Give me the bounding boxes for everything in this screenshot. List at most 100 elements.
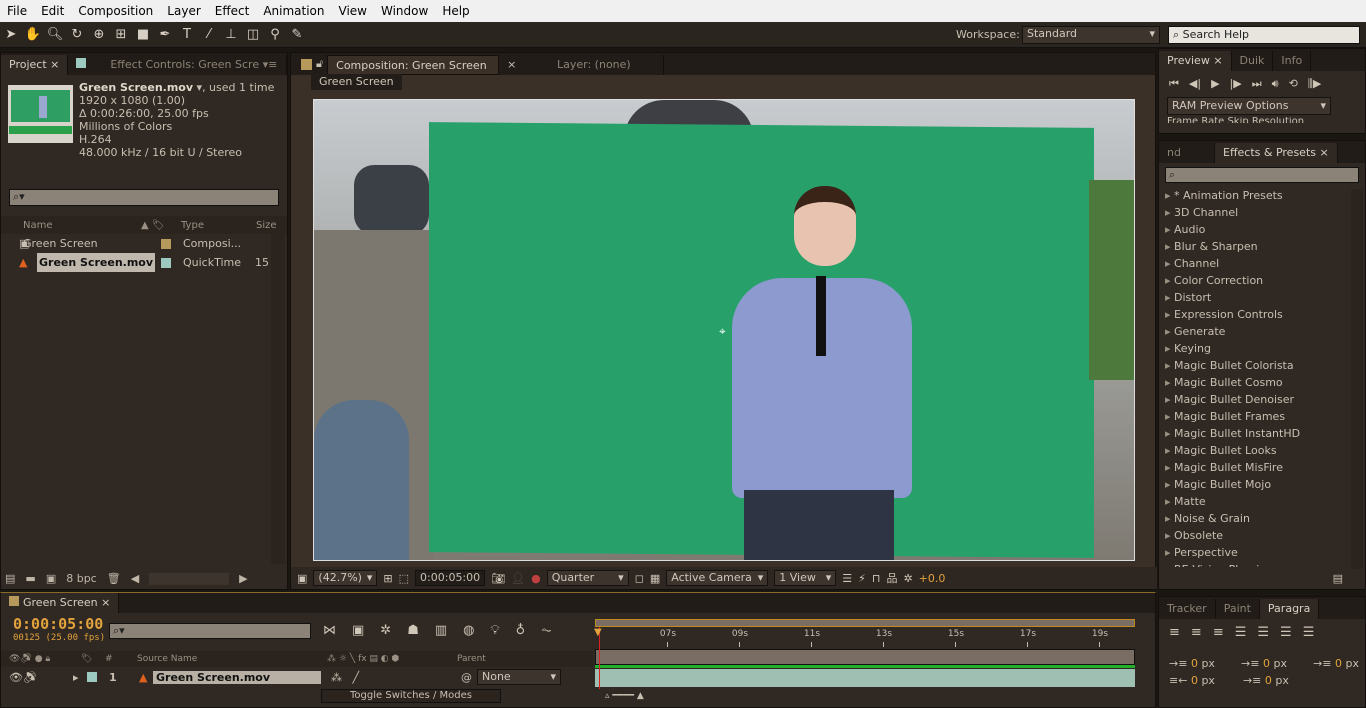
work-area-bar[interactable] — [595, 649, 1135, 665]
live-update-icon[interactable]: ▣ — [352, 623, 364, 638]
tab-tracker[interactable]: Tracker — [1159, 599, 1216, 619]
menu-help[interactable]: Help — [435, 4, 476, 18]
search-help-input[interactable]: ⌕ Search Help — [1168, 26, 1360, 44]
project-search-input[interactable]: ⌕▾ — [9, 189, 279, 206]
camera-view-select[interactable]: Active Camera — [666, 570, 769, 586]
new-composition-icon[interactable]: ▣ — [46, 572, 56, 585]
puppet-pin-tool-icon[interactable]: ✎ — [286, 25, 308, 45]
align-center-icon[interactable]: ≡ — [1191, 625, 1202, 640]
brainstorm-icon[interactable]: 💡︎ — [491, 623, 500, 638]
column-size[interactable]: Size — [256, 220, 277, 231]
interpret-footage-icon[interactable]: ▤ — [5, 572, 15, 585]
label-color[interactable] — [161, 238, 171, 249]
comp-breadcrumb[interactable]: Green Screen — [311, 74, 402, 90]
previous-frame-icon[interactable]: ◀| — [1189, 77, 1201, 91]
effects-category[interactable]: Magic Bullet Denoiser — [1159, 391, 1365, 408]
pixel-aspect-icon[interactable]: ☰ — [842, 572, 852, 585]
bpc-button[interactable]: 8 bpc — [66, 572, 97, 585]
effects-category[interactable]: Keying — [1159, 340, 1365, 357]
hide-shy-layers-icon[interactable]: ☗ — [407, 623, 419, 638]
effects-category[interactable]: Channel — [1159, 255, 1365, 272]
project-item[interactable]: ▣ Green Screen Composi... — [1, 234, 271, 253]
work-area-navigator[interactable] — [595, 619, 1135, 627]
align-right-icon[interactable]: ≡ — [1213, 625, 1224, 640]
region-of-interest-icon[interactable]: ◻ — [635, 572, 644, 585]
align-left-icon[interactable]: ≡ — [1169, 625, 1180, 640]
expand-arrow-icon[interactable]: ▸ — [73, 671, 87, 684]
tab-paragraph[interactable]: Paragra — [1259, 599, 1320, 619]
tab-effect-controls[interactable]: Effect Controls: Green Scre ▾≡ — [68, 55, 287, 75]
label-color[interactable] — [161, 257, 171, 268]
new-folder-icon[interactable]: ▬ — [25, 572, 35, 585]
frame-blending-icon[interactable]: ▥ — [435, 623, 447, 638]
label-column-icon[interactable]: ▲ 🏷︎ — [141, 220, 181, 231]
timeline-icon[interactable]: ⊓ — [872, 572, 881, 585]
effects-category[interactable]: Magic Bullet Mojo — [1159, 476, 1365, 493]
menu-composition[interactable]: Composition — [71, 4, 160, 18]
pick-whip-icon[interactable]: @ — [461, 671, 477, 684]
rotate-tool-icon[interactable]: ↻ — [66, 25, 88, 45]
pen-tool-icon[interactable]: ✒ — [154, 25, 176, 45]
transparency-grid-icon[interactable]: ▦ — [650, 572, 660, 585]
project-item[interactable]: ▲ Green Screen.mov QuickTime 15 — [1, 253, 271, 272]
lock-icon[interactable]: 🔓︎ — [316, 57, 323, 71]
fast-previews-icon[interactable]: ⚡ — [858, 572, 866, 585]
roto-brush-tool-icon[interactable]: ⚲ — [264, 25, 286, 45]
effects-category[interactable]: 3D Channel — [1159, 204, 1365, 221]
selection-tool-icon[interactable]: ➤ — [0, 25, 22, 45]
space-before-field[interactable]: →≡ 0 px — [1313, 655, 1359, 672]
close-icon[interactable]: × — [507, 58, 516, 71]
column-type[interactable]: Type — [181, 220, 256, 231]
time-ruler[interactable]: 07s 09s 11s 13s 15s 17s 19s — [595, 629, 1135, 649]
column-name[interactable]: Name — [1, 220, 141, 231]
tab-paint[interactable]: Paint — [1216, 599, 1260, 619]
layer-visibility-icon[interactable]: 👁︎🔊︎ — [1, 671, 73, 684]
first-frame-icon[interactable]: ⏮ — [1169, 77, 1179, 91]
timeline-zoom-slider[interactable]: ▵ ━━━━ ▲ — [605, 691, 695, 701]
parent-select[interactable]: None — [477, 669, 561, 685]
layer-duration-bar[interactable] — [595, 669, 1135, 687]
layer-label-color[interactable] — [87, 672, 97, 682]
current-time-field[interactable]: 0:00:05:00 — [415, 570, 486, 586]
effects-category[interactable]: Obsolete — [1159, 527, 1365, 544]
hand-tool-icon[interactable]: ✋ — [22, 25, 44, 45]
effects-category[interactable]: Blur & Sharpen — [1159, 238, 1365, 255]
ram-preview-options-select[interactable]: RAM Preview Options — [1167, 97, 1331, 115]
tab-timeline-green-screen[interactable]: Green Screen × — [1, 593, 120, 613]
tab-info[interactable]: Info — [1273, 51, 1312, 71]
menu-effect[interactable]: Effect — [208, 4, 257, 18]
effects-search-input[interactable]: ⌕ — [1165, 167, 1359, 183]
justify-right-icon[interactable]: ☰ — [1280, 625, 1292, 640]
mask-visibility-icon[interactable]: ⬚ — [399, 572, 409, 585]
flowchart-icon[interactable]: 品 — [886, 570, 897, 586]
effects-scrollbar[interactable] — [1351, 189, 1363, 569]
comp-mini-flowchart-icon[interactable]: ⋈ — [323, 623, 336, 638]
effects-category[interactable]: Matte — [1159, 493, 1365, 510]
tab-duik[interactable]: Duik — [1232, 51, 1274, 71]
draft-3d-icon[interactable]: ✲ — [380, 623, 391, 638]
effects-category[interactable]: Magic Bullet Looks — [1159, 442, 1365, 459]
rectangle-tool-icon[interactable]: ■ — [132, 25, 154, 45]
view-layout-select[interactable]: 1 View — [774, 570, 837, 586]
channels-icon[interactable]: ● — [531, 572, 541, 585]
brush-tool-icon[interactable]: ⁄ — [198, 25, 220, 45]
menu-view[interactable]: View — [332, 4, 374, 18]
column-source-name[interactable]: Source Name — [137, 654, 327, 664]
last-frame-icon[interactable]: ⏭ — [1252, 77, 1262, 91]
new-preset-icon[interactable]: ▤ — [1333, 572, 1343, 585]
pan-behind-tool-icon[interactable]: ⊞ — [110, 25, 132, 45]
exposure-value[interactable]: +0.0 — [919, 572, 946, 585]
magnification-select[interactable]: (42.7%) — [313, 570, 378, 586]
indent-first-line-field[interactable]: →≡ 0 px — [1241, 655, 1287, 672]
indent-right-field[interactable]: ≡← 0 px — [1169, 672, 1215, 689]
layer-switches[interactable]: ⁂ ╱ — [321, 671, 461, 684]
effects-category[interactable]: RE:Vision Plug-ins — [1159, 561, 1365, 567]
timecode-display[interactable]: 0:00:05:00 00125 (25.00 fps) — [13, 615, 105, 643]
eraser-tool-icon[interactable]: ◫ — [242, 25, 264, 45]
effects-category[interactable]: Distort — [1159, 289, 1365, 306]
always-preview-icon[interactable]: ▣ — [297, 572, 307, 585]
project-scrollbar[interactable] — [271, 234, 285, 564]
safe-margins-icon[interactable]: ⊞ — [383, 572, 392, 585]
effects-category[interactable]: * Animation Presets — [1159, 187, 1365, 204]
zoom-tool-icon[interactable]: 🔍︎ — [44, 25, 66, 45]
